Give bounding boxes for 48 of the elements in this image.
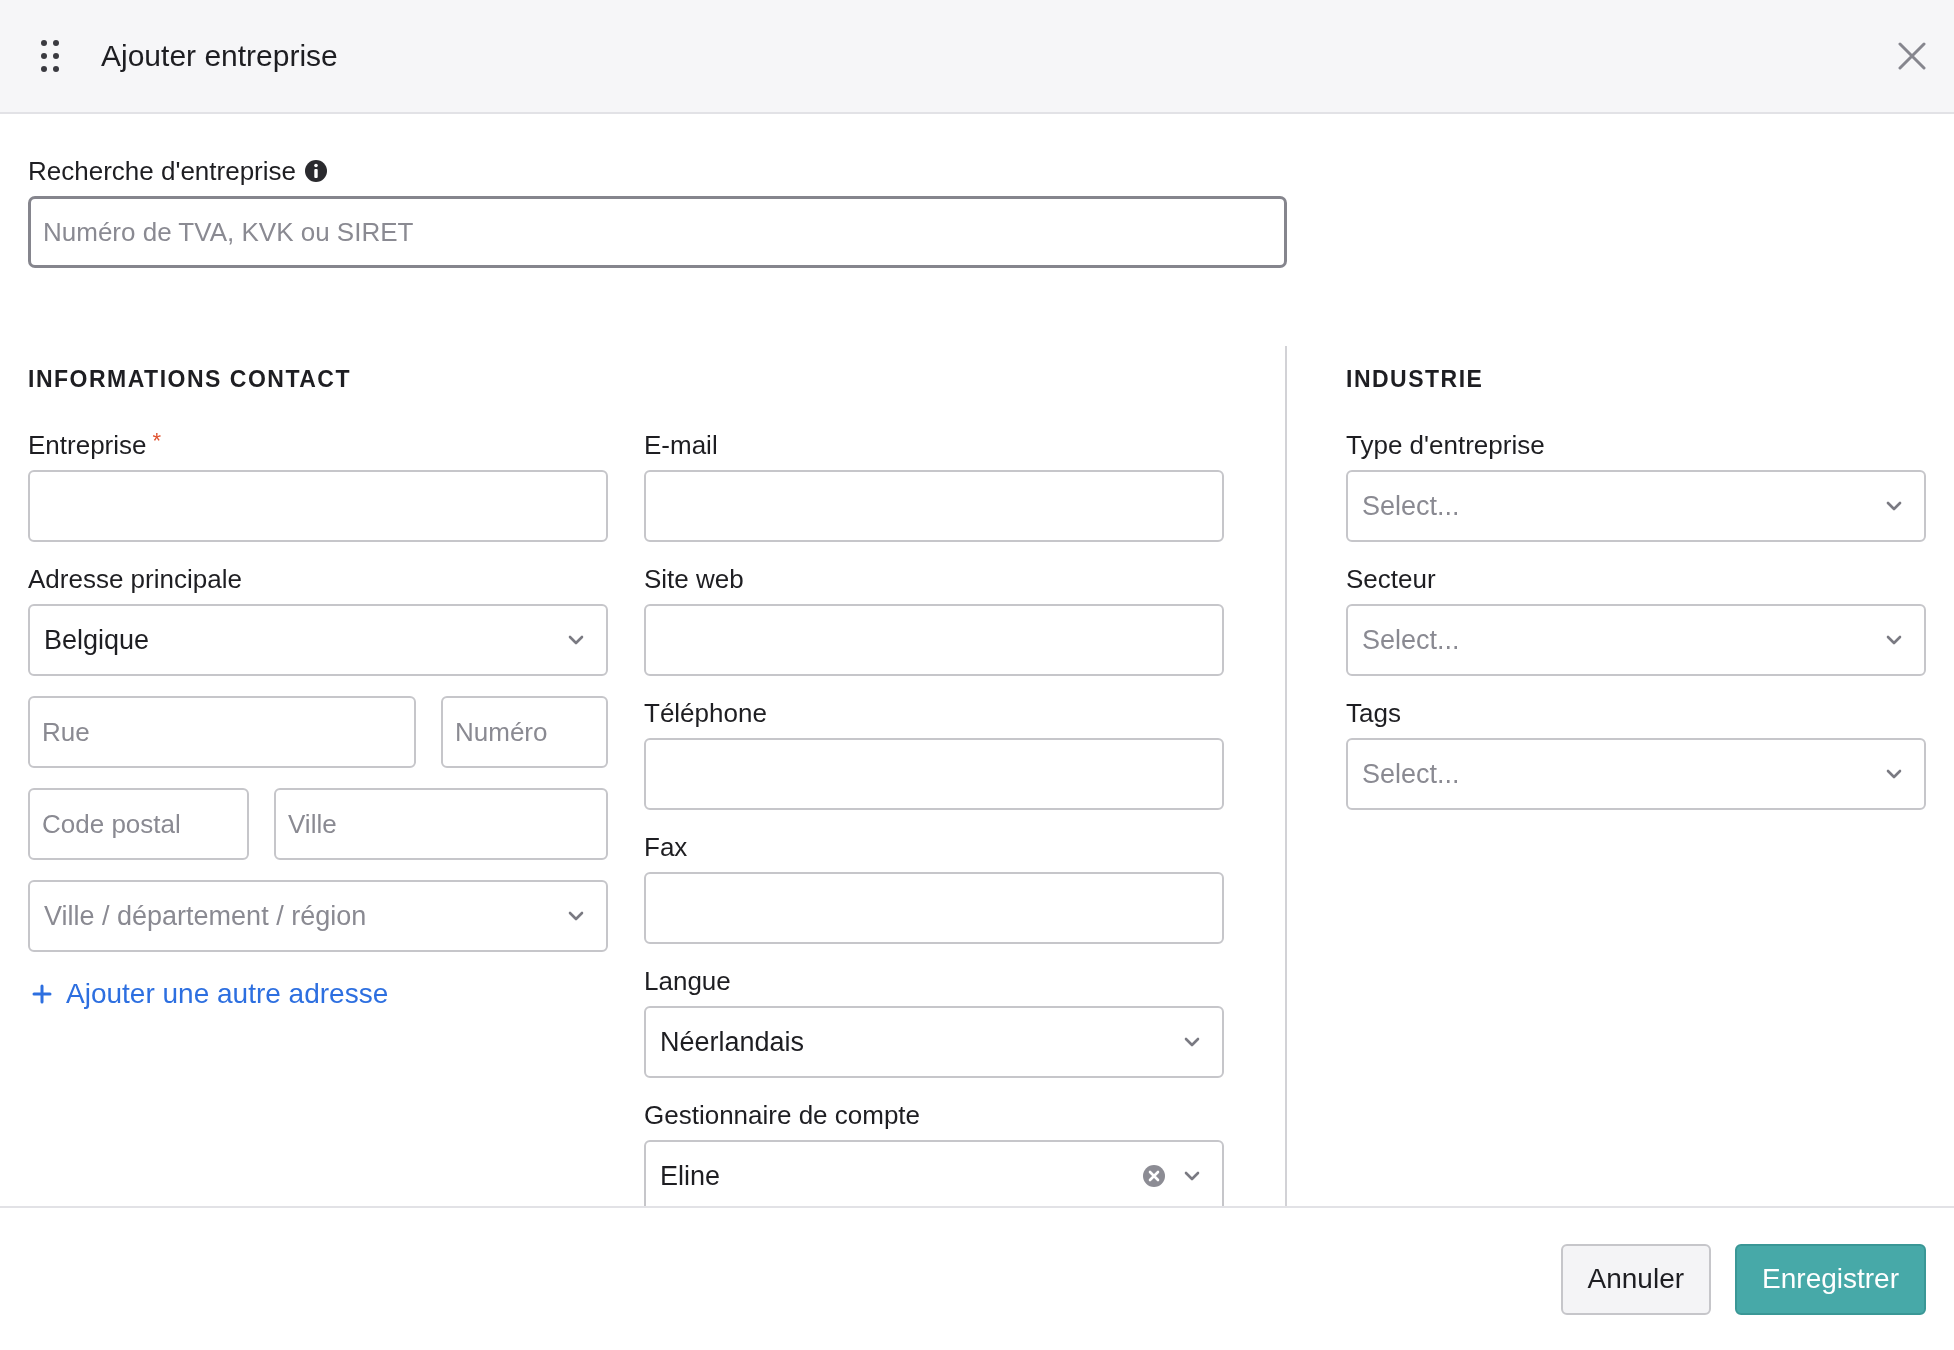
clear-icon[interactable]	[1142, 1164, 1166, 1188]
field-label: Adresse principale	[28, 563, 242, 596]
field-label: E-mail	[644, 429, 719, 462]
select-field[interactable]: Select...	[1346, 470, 1926, 542]
field-label: Entreprise	[28, 429, 147, 462]
info-icon	[304, 159, 328, 183]
input-field[interactable]	[644, 470, 1224, 542]
chevron-down-icon	[1886, 501, 1902, 511]
drag-handle-icon[interactable]	[40, 39, 60, 73]
add-address-link[interactable]: Ajouter une autre adresse	[28, 978, 608, 1010]
select-field[interactable]: Select...	[1346, 604, 1926, 676]
chevron-down-icon	[568, 911, 584, 921]
plus-icon	[32, 984, 52, 1004]
field-label: Site web	[644, 563, 745, 596]
input-field[interactable]: Rue	[28, 696, 416, 768]
search-field[interactable]: Numéro de TVA, KVK ou SIRET	[28, 196, 1287, 268]
chevron-down-icon	[1184, 1171, 1200, 1181]
input-field[interactable]	[28, 470, 608, 542]
input-field[interactable]	[644, 604, 1224, 676]
field-label: Secteur	[1346, 563, 1437, 596]
field-label: Gestionnaire de compte	[644, 1099, 922, 1132]
input-field[interactable]: Ville	[274, 788, 608, 860]
select-field[interactable]: Néerlandais	[644, 1006, 1224, 1078]
select-field[interactable]: Eline	[644, 1140, 1224, 1206]
save-button[interactable]: Enregistrer	[1735, 1243, 1926, 1315]
dialog-title: Ajouter entreprise	[101, 39, 339, 73]
field-label: Langue	[644, 965, 732, 998]
section-heading: INDUSTRIE	[1346, 365, 1485, 394]
chevron-down-icon	[1886, 635, 1902, 645]
field-label: Téléphone	[644, 697, 768, 730]
input-field[interactable]: Code postal	[28, 788, 249, 860]
input-field[interactable]	[644, 872, 1224, 944]
field-label: Tags	[1346, 697, 1402, 730]
select-field[interactable]: Belgique	[28, 604, 608, 676]
section-heading: INFORMATIONS CONTACT	[28, 365, 352, 394]
field-label: Recherche d'entreprise	[28, 155, 296, 188]
input-field[interactable]: Numéro	[441, 696, 608, 768]
close-icon[interactable]	[1898, 42, 1926, 70]
required-mark: *	[152, 428, 162, 454]
select-field[interactable]: Select...	[1346, 738, 1926, 810]
cancel-button[interactable]: Annuler	[1560, 1243, 1712, 1315]
chevron-down-icon	[568, 635, 584, 645]
input-field[interactable]	[644, 738, 1224, 810]
chevron-down-icon	[1886, 769, 1902, 779]
select-field[interactable]: Ville / département / région	[28, 880, 608, 952]
field-label: Type d'entreprise	[1346, 429, 1546, 462]
chevron-down-icon	[1184, 1037, 1200, 1047]
field-label: Fax	[644, 831, 689, 864]
